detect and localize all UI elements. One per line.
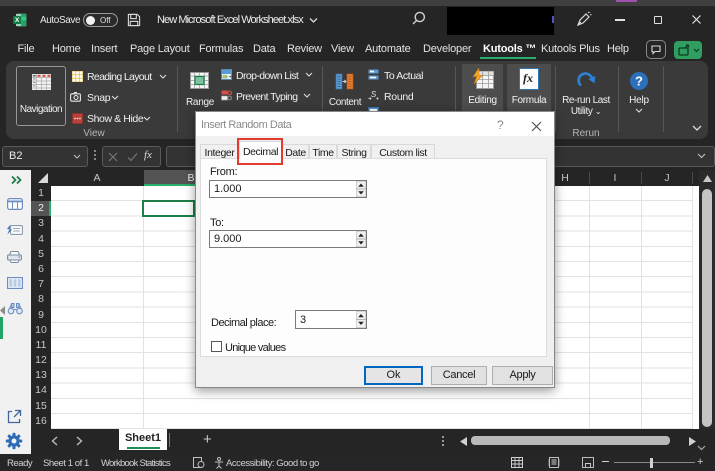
svg-text:X: X: [15, 17, 20, 24]
svg-text:?: ?: [635, 74, 643, 89]
svg-text:S: S: [371, 90, 377, 99]
